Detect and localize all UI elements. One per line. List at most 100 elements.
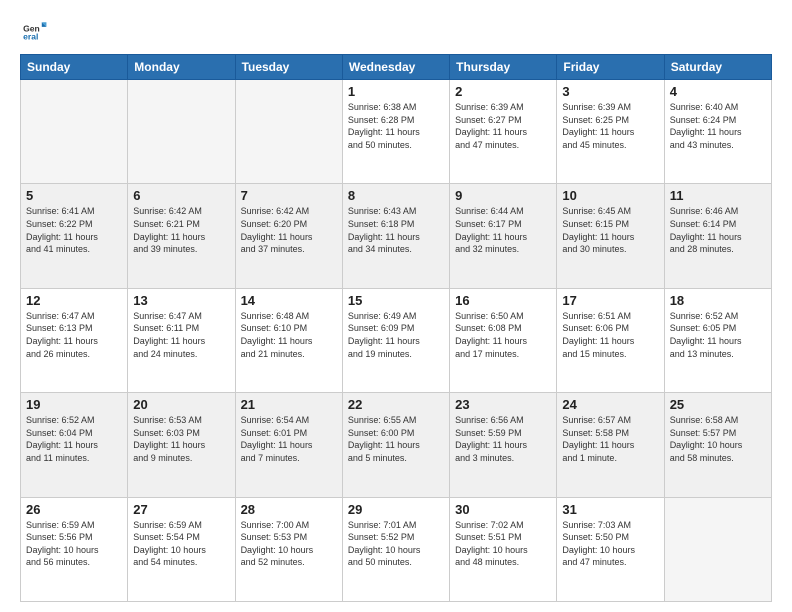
calendar-week-row: 19 Sunrise: 6:52 AM Sunset: 6:04 PM Dayli… (21, 393, 772, 497)
day-number: 7 (241, 188, 337, 203)
cell-info: Sunrise: 6:59 AM Sunset: 5:56 PM Dayligh… (26, 519, 122, 569)
cell-info: Sunrise: 6:49 AM Sunset: 6:09 PM Dayligh… (348, 310, 444, 360)
calendar-cell: 11 Sunrise: 6:46 AM Sunset: 6:14 PM Dayli… (664, 184, 771, 288)
calendar-cell: 29 Sunrise: 7:01 AM Sunset: 5:52 PM Dayli… (342, 497, 449, 601)
day-number: 14 (241, 293, 337, 308)
calendar-header-saturday: Saturday (664, 55, 771, 80)
calendar-week-row: 1 Sunrise: 6:38 AM Sunset: 6:28 PM Daylig… (21, 80, 772, 184)
calendar-cell: 5 Sunrise: 6:41 AM Sunset: 6:22 PM Daylig… (21, 184, 128, 288)
cell-info: Sunrise: 6:39 AM Sunset: 6:25 PM Dayligh… (562, 101, 658, 151)
day-number: 10 (562, 188, 658, 203)
cell-info: Sunrise: 6:48 AM Sunset: 6:10 PM Dayligh… (241, 310, 337, 360)
calendar-cell: 3Sunrise: 6:39 AM Sunset: 6:25 PM Daylig… (557, 80, 664, 184)
calendar-cell: 7 Sunrise: 6:42 AM Sunset: 6:20 PM Daylig… (235, 184, 342, 288)
day-number: 9 (455, 188, 551, 203)
calendar-header-monday: Monday (128, 55, 235, 80)
calendar-cell: 23 Sunrise: 6:56 AM Sunset: 5:59 PM Dayli… (450, 393, 557, 497)
calendar-cell: 10 Sunrise: 6:45 AM Sunset: 6:15 PM Dayli… (557, 184, 664, 288)
calendar-cell: 13Sunrise: 6:47 AM Sunset: 6:11 PM Dayli… (128, 288, 235, 392)
cell-info: Sunrise: 6:44 AM Sunset: 6:17 PM Dayligh… (455, 205, 551, 255)
calendar-cell: 31 Sunrise: 7:03 AM Sunset: 5:50 PM Dayli… (557, 497, 664, 601)
day-number: 8 (348, 188, 444, 203)
logo: Gen eral (20, 16, 52, 44)
svg-text:eral: eral (23, 31, 38, 41)
calendar-cell: 6 Sunrise: 6:42 AM Sunset: 6:21 PM Daylig… (128, 184, 235, 288)
calendar-cell: 21 Sunrise: 6:54 AM Sunset: 6:01 PM Dayli… (235, 393, 342, 497)
calendar-header-thursday: Thursday (450, 55, 557, 80)
cell-info: Sunrise: 6:47 AM Sunset: 6:11 PM Dayligh… (133, 310, 229, 360)
cell-info: Sunrise: 6:38 AM Sunset: 6:28 PM Dayligh… (348, 101, 444, 151)
calendar-cell (21, 80, 128, 184)
day-number: 28 (241, 502, 337, 517)
calendar-header-wednesday: Wednesday (342, 55, 449, 80)
header: Gen eral (20, 16, 772, 44)
day-number: 5 (26, 188, 122, 203)
calendar-cell: 9 Sunrise: 6:44 AM Sunset: 6:17 PM Daylig… (450, 184, 557, 288)
day-number: 4 (670, 84, 766, 99)
calendar-header-friday: Friday (557, 55, 664, 80)
cell-info: Sunrise: 6:50 AM Sunset: 6:08 PM Dayligh… (455, 310, 551, 360)
day-number: 30 (455, 502, 551, 517)
calendar-cell: 28Sunrise: 7:00 AM Sunset: 5:53 PM Dayli… (235, 497, 342, 601)
day-number: 20 (133, 397, 229, 412)
logo-icon: Gen eral (20, 16, 48, 44)
calendar-cell: 17 Sunrise: 6:51 AM Sunset: 6:06 PM Dayli… (557, 288, 664, 392)
cell-info: Sunrise: 7:03 AM Sunset: 5:50 PM Dayligh… (562, 519, 658, 569)
cell-info: Sunrise: 6:41 AM Sunset: 6:22 PM Dayligh… (26, 205, 122, 255)
cell-info: Sunrise: 6:52 AM Sunset: 6:04 PM Dayligh… (26, 414, 122, 464)
cell-info: Sunrise: 6:43 AM Sunset: 6:18 PM Dayligh… (348, 205, 444, 255)
day-number: 23 (455, 397, 551, 412)
calendar-week-row: 26Sunrise: 6:59 AM Sunset: 5:56 PM Dayli… (21, 497, 772, 601)
day-number: 27 (133, 502, 229, 517)
cell-info: Sunrise: 6:59 AM Sunset: 5:54 PM Dayligh… (133, 519, 229, 569)
calendar-cell: 12Sunrise: 6:47 AM Sunset: 6:13 PM Dayli… (21, 288, 128, 392)
day-number: 31 (562, 502, 658, 517)
cell-info: Sunrise: 6:54 AM Sunset: 6:01 PM Dayligh… (241, 414, 337, 464)
cell-info: Sunrise: 7:01 AM Sunset: 5:52 PM Dayligh… (348, 519, 444, 569)
cell-info: Sunrise: 6:45 AM Sunset: 6:15 PM Dayligh… (562, 205, 658, 255)
day-number: 24 (562, 397, 658, 412)
cell-info: Sunrise: 6:46 AM Sunset: 6:14 PM Dayligh… (670, 205, 766, 255)
calendar-cell: 2 Sunrise: 6:39 AM Sunset: 6:27 PM Daylig… (450, 80, 557, 184)
day-number: 21 (241, 397, 337, 412)
calendar-header-tuesday: Tuesday (235, 55, 342, 80)
cell-info: Sunrise: 7:02 AM Sunset: 5:51 PM Dayligh… (455, 519, 551, 569)
calendar-cell: 8 Sunrise: 6:43 AM Sunset: 6:18 PM Daylig… (342, 184, 449, 288)
day-number: 1 (348, 84, 444, 99)
calendar-cell: 4 Sunrise: 6:40 AM Sunset: 6:24 PM Daylig… (664, 80, 771, 184)
cell-info: Sunrise: 6:55 AM Sunset: 6:00 PM Dayligh… (348, 414, 444, 464)
cell-info: Sunrise: 6:53 AM Sunset: 6:03 PM Dayligh… (133, 414, 229, 464)
cell-info: Sunrise: 6:39 AM Sunset: 6:27 PM Dayligh… (455, 101, 551, 151)
cell-info: Sunrise: 6:42 AM Sunset: 6:20 PM Dayligh… (241, 205, 337, 255)
calendar-cell: 24 Sunrise: 6:57 AM Sunset: 5:58 PM Dayli… (557, 393, 664, 497)
day-number: 18 (670, 293, 766, 308)
day-number: 15 (348, 293, 444, 308)
day-number: 6 (133, 188, 229, 203)
calendar-cell: 14 Sunrise: 6:48 AM Sunset: 6:10 PM Dayli… (235, 288, 342, 392)
calendar-cell (128, 80, 235, 184)
day-number: 17 (562, 293, 658, 308)
calendar-cell: 22Sunrise: 6:55 AM Sunset: 6:00 PM Dayli… (342, 393, 449, 497)
cell-info: Sunrise: 6:51 AM Sunset: 6:06 PM Dayligh… (562, 310, 658, 360)
calendar-header-row: SundayMondayTuesdayWednesdayThursdayFrid… (21, 55, 772, 80)
calendar-cell (235, 80, 342, 184)
day-number: 29 (348, 502, 444, 517)
cell-info: Sunrise: 6:52 AM Sunset: 6:05 PM Dayligh… (670, 310, 766, 360)
cell-info: Sunrise: 6:58 AM Sunset: 5:57 PM Dayligh… (670, 414, 766, 464)
cell-info: Sunrise: 6:40 AM Sunset: 6:24 PM Dayligh… (670, 101, 766, 151)
calendar-cell: 20 Sunrise: 6:53 AM Sunset: 6:03 PM Dayli… (128, 393, 235, 497)
day-number: 19 (26, 397, 122, 412)
cell-info: Sunrise: 6:56 AM Sunset: 5:59 PM Dayligh… (455, 414, 551, 464)
calendar-cell: 16 Sunrise: 6:50 AM Sunset: 6:08 PM Dayli… (450, 288, 557, 392)
page: Gen eral SundayMondayTuesdayWednesdayThu… (0, 0, 792, 612)
cell-info: Sunrise: 6:57 AM Sunset: 5:58 PM Dayligh… (562, 414, 658, 464)
calendar-week-row: 5 Sunrise: 6:41 AM Sunset: 6:22 PM Daylig… (21, 184, 772, 288)
cell-info: Sunrise: 6:42 AM Sunset: 6:21 PM Dayligh… (133, 205, 229, 255)
calendar-week-row: 12Sunrise: 6:47 AM Sunset: 6:13 PM Dayli… (21, 288, 772, 392)
day-number: 2 (455, 84, 551, 99)
calendar-cell: 26Sunrise: 6:59 AM Sunset: 5:56 PM Dayli… (21, 497, 128, 601)
day-number: 11 (670, 188, 766, 203)
calendar-cell: 25Sunrise: 6:58 AM Sunset: 5:57 PM Dayli… (664, 393, 771, 497)
calendar-header-sunday: Sunday (21, 55, 128, 80)
day-number: 16 (455, 293, 551, 308)
